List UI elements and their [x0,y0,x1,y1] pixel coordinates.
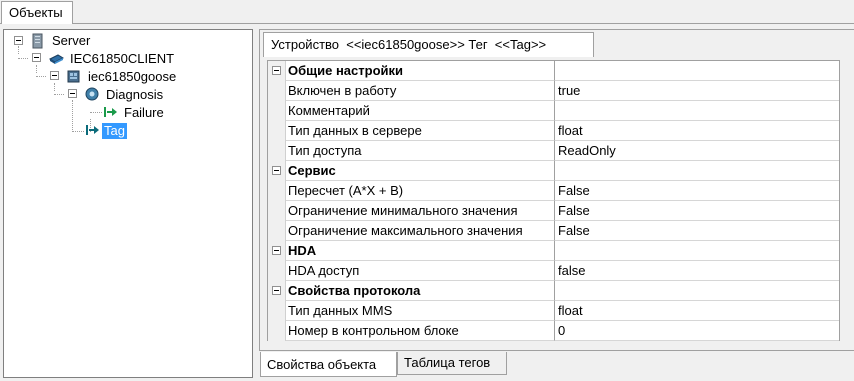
property-value[interactable]: false [555,261,839,281]
tree-node-diagnosis[interactable]: Diagnosis [104,87,165,103]
property-grid[interactable]: Общие настройки Включен в работу true Ко… [267,60,840,341]
property-value [555,61,839,81]
collapse-toggle-server[interactable] [14,36,23,45]
property-row[interactable]: Тип доступа ReadOnly [268,141,839,161]
server-icon [30,33,46,49]
tab-tag-table[interactable]: Таблица тегов [397,352,507,375]
property-name: Ограничение максимального значения [286,221,555,241]
tab-strip-divider [0,23,854,24]
property-name: Пересчет (A*X + B) [286,181,555,201]
property-name: Тип данных в сервере [286,121,555,141]
property-value[interactable]: float [555,301,839,321]
tab-objects-label: Объекты [9,5,63,20]
tree-connector [72,100,73,132]
property-row[interactable]: Ограничение максимального значения False [268,221,839,241]
property-row[interactable]: Ограничение минимального значения False [268,201,839,221]
tree-connector [36,65,37,73]
property-category-service[interactable]: Сервис [268,161,839,181]
property-row[interactable]: Комментарий [268,101,839,121]
collapse-toggle-client[interactable] [32,53,41,62]
row-gutter [268,241,286,261]
tree-node-server[interactable]: Server [50,33,92,49]
tree-connector [36,76,46,77]
tag-arrow-icon [102,104,118,120]
tag-arrow-icon [84,122,100,138]
property-value[interactable]: float [555,121,839,141]
row-gutter [268,201,286,221]
property-value[interactable]: False [555,221,839,241]
row-gutter [268,261,286,281]
collapse-toggle-goose[interactable] [50,71,59,80]
tree-connector [18,46,19,54]
diagnosis-icon [84,86,100,102]
property-name: Тип доступа [286,141,555,161]
tree-connector [90,112,102,113]
tree-node-tag[interactable]: Tag [102,123,127,139]
tab-objects[interactable]: Объекты [1,1,73,24]
property-name: Сервис [286,161,555,181]
property-name: Включен в работу [286,81,555,101]
property-row[interactable]: Включен в работу true [268,81,839,101]
property-name: Комментарий [286,101,555,121]
property-value [555,241,839,261]
network-client-icon [48,50,65,66]
tree-node-goose[interactable]: iec61850goose [86,69,178,85]
property-value [555,161,839,181]
tab-device-tag[interactable]: Устройство <<iec61850goose>> Тег <<Tag>> [263,32,594,57]
row-gutter [268,321,286,341]
property-row[interactable]: Тип данных MMS float [268,301,839,321]
row-gutter [268,281,286,301]
row-gutter [268,121,286,141]
property-name: HDA [286,241,555,261]
property-value[interactable]: False [555,181,839,201]
collapse-toggle-protocol[interactable] [272,286,281,295]
tab-strip-gap [2,23,72,24]
object-tree[interactable]: Server IEC61850CLIENT iec61850goose Diag… [3,29,253,378]
row-gutter [268,161,286,181]
row-gutter [268,81,286,101]
row-gutter [268,301,286,321]
row-gutter [268,61,286,81]
tree-node-client[interactable]: IEC61850CLIENT [68,51,176,67]
collapse-toggle-general[interactable] [272,66,281,75]
collapse-toggle-diagnosis[interactable] [68,89,77,98]
device-icon [66,68,82,84]
collapse-toggle-hda[interactable] [272,246,281,255]
tree-connector [18,58,28,59]
property-row[interactable]: Тип данных в сервере float [268,121,839,141]
property-row[interactable]: HDA доступ false [268,261,839,281]
property-name: Общие настройки [286,61,555,81]
property-name: Свойства протокола [286,281,555,301]
row-gutter [268,221,286,241]
property-name: HDA доступ [286,261,555,281]
property-category-hda[interactable]: HDA [268,241,839,261]
property-name: Номер в контрольном блоке [286,321,555,341]
property-value[interactable]: true [555,81,839,101]
property-name: Ограничение минимального значения [286,201,555,221]
property-value[interactable]: False [555,201,839,221]
row-gutter [268,181,286,201]
tab-object-properties[interactable]: Свойства объекта [260,352,397,377]
property-value[interactable] [555,101,839,121]
tree-connector [54,94,64,95]
row-gutter [268,101,286,121]
tree-node-failure[interactable]: Failure [122,105,166,121]
row-gutter [268,141,286,161]
property-row[interactable]: Пересчет (A*X + B) False [268,181,839,201]
property-value [555,281,839,301]
property-category-protocol[interactable]: Свойства протокола [268,281,839,301]
property-row[interactable]: Номер в контрольном блоке 0 [268,321,839,341]
tree-connector [54,83,55,91]
collapse-toggle-service[interactable] [272,166,281,175]
property-value[interactable]: 0 [555,321,839,341]
property-name: Тип данных MMS [286,301,555,321]
tree-connector [72,131,84,132]
property-category-general[interactable]: Общие настройки [268,61,839,81]
property-value[interactable]: ReadOnly [555,141,839,161]
